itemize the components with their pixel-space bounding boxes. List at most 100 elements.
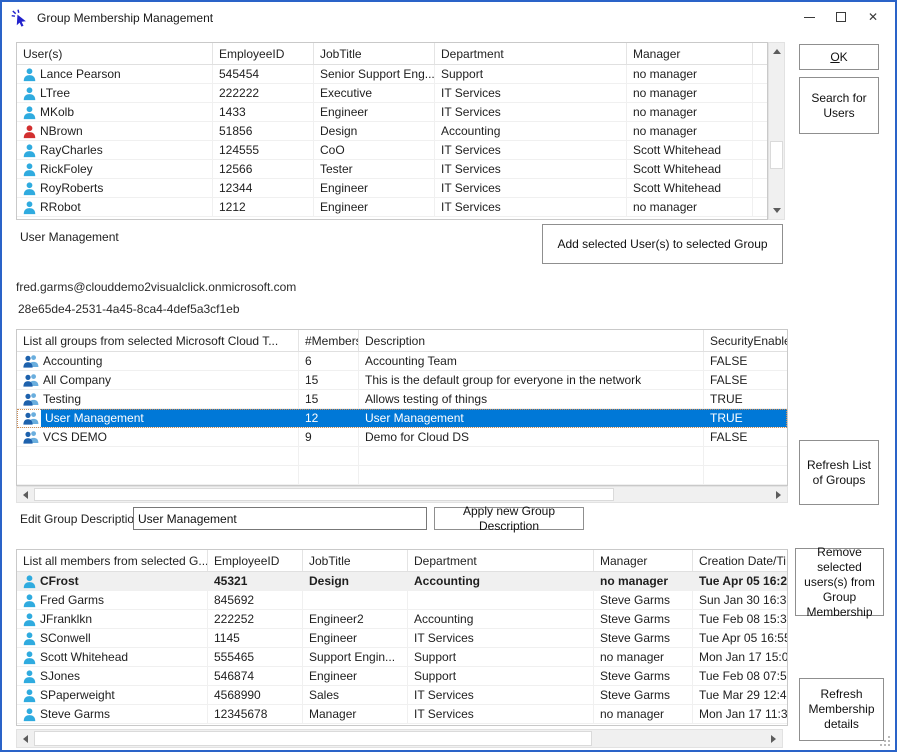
scroll-down-icon[interactable] [769, 202, 784, 219]
ok-button[interactable]: OK [799, 44, 879, 70]
scrollbar-thumb[interactable] [770, 141, 783, 169]
scroll-right-icon[interactable] [770, 487, 787, 502]
refresh-list-of-groups-button[interactable]: Refresh List of Groups [799, 440, 879, 505]
table-row[interactable]: Lance Pearson545454Senior Support Eng...… [17, 65, 767, 84]
column-header[interactable]: Manager [594, 550, 693, 571]
column-header[interactable]: Department [435, 43, 627, 64]
cell-employee_id: 222252 [208, 610, 303, 628]
table-row[interactable]: Scott Whitehead555465Support Engin...Sup… [17, 648, 787, 667]
user-icon [23, 631, 36, 646]
cell-text: Steve Garms [40, 707, 110, 721]
cell-text: Lance Pearson [40, 67, 121, 81]
column-header[interactable]: JobTitle [303, 550, 408, 571]
cell-description: Accounting Team [359, 352, 704, 370]
table-row[interactable]: JFranklkn222252Engineer2AccountingSteve … [17, 610, 787, 629]
cell-security_enabled [704, 466, 788, 484]
remove-selected-users-button[interactable]: Remove selected users(s) from Group Memb… [795, 548, 884, 616]
resize-grip-icon[interactable] [880, 736, 890, 746]
scroll-left-icon[interactable] [17, 730, 34, 747]
column-header[interactable]: Description [359, 330, 704, 351]
cell-text: RRobot [40, 200, 81, 214]
table-row[interactable]: Testing15Allows testing of thingsTRUE [17, 390, 787, 409]
table-row[interactable]: RayCharles124555CoOIT ServicesScott Whit… [17, 141, 767, 160]
table-row[interactable]: Fred Garms845692Steve GarmsSun Jan 30 16… [17, 591, 787, 610]
maximize-icon[interactable] [825, 3, 857, 31]
cell-manager: no manager [627, 122, 753, 140]
cell-name: RickFoley [17, 160, 213, 178]
cell-job_title: Engineer [314, 198, 435, 216]
cell-job_title [303, 591, 408, 609]
add-users-to-group-button[interactable]: Add selected User(s) to selected Group [542, 224, 783, 264]
table-row[interactable]: User Management12User ManagementTRUE [17, 409, 787, 428]
column-header[interactable]: Manager [627, 43, 753, 64]
table-row-empty[interactable] [17, 447, 787, 466]
scrollbar-thumb[interactable] [34, 488, 614, 501]
column-header[interactable]: Creation Date/Ti [693, 550, 788, 571]
cell-job_title: Support Engin... [303, 648, 408, 666]
cell-filler [753, 65, 767, 83]
cell-name: SJones [17, 667, 208, 685]
cell-job_title: Tester [314, 160, 435, 178]
table-row[interactable]: SConwell1145EngineerIT ServicesSteve Gar… [17, 629, 787, 648]
table-row[interactable]: LTree222222ExecutiveIT Servicesno manage… [17, 84, 767, 103]
column-header[interactable]: EmployeeID [213, 43, 314, 64]
cell-security_enabled: TRUE [704, 409, 788, 427]
column-header[interactable]: User(s) [17, 43, 213, 64]
minimize-icon[interactable] [793, 3, 825, 31]
table-row[interactable]: Accounting6Accounting TeamFALSE [17, 352, 787, 371]
cell-employee_id: 45321 [208, 572, 303, 590]
table-row[interactable]: CFrost45321DesignAccountingno managerTue… [17, 572, 787, 591]
scroll-right-icon[interactable] [765, 730, 782, 747]
table-row[interactable]: SJones546874EngineerSupportSteve GarmsTu… [17, 667, 787, 686]
groups-table-horizontal-scrollbar[interactable] [16, 486, 788, 503]
user-icon [23, 143, 36, 158]
cell-name: SConwell [17, 629, 208, 647]
cell-created: Tue Feb 08 15:34: [693, 610, 788, 628]
table-row[interactable]: All Company15This is the default group f… [17, 371, 787, 390]
cell-job_title: Design [314, 122, 435, 140]
cell-job_title: CoO [314, 141, 435, 159]
column-header[interactable]: Department [408, 550, 594, 571]
search-for-users-button[interactable]: Search for Users [799, 77, 879, 134]
table-row-empty[interactable] [17, 466, 787, 485]
close-icon[interactable] [857, 3, 889, 31]
cell-name: NBrown [17, 122, 213, 140]
column-header[interactable]: EmployeeID [208, 550, 303, 571]
table-row[interactable]: NBrown51856DesignAccountingno manager [17, 122, 767, 141]
table-row[interactable]: VCS DEMO9Demo for Cloud DSFALSE [17, 428, 787, 447]
apply-new-group-description-button[interactable]: Apply new Group Description [434, 507, 584, 530]
column-header[interactable]: List all groups from selected Microsoft … [17, 330, 299, 351]
cell-department: IT Services [435, 141, 627, 159]
members-table-horizontal-scrollbar[interactable] [16, 729, 783, 748]
table-row[interactable]: RoyRoberts12344EngineerIT ServicesScott … [17, 179, 767, 198]
table-row[interactable]: RickFoley12566TesterIT ServicesScott Whi… [17, 160, 767, 179]
cell-name: MKolb [17, 103, 213, 121]
cell-department: IT Services [435, 198, 627, 216]
group-description-input[interactable] [133, 507, 427, 530]
cell-department: Accounting [408, 572, 594, 590]
scroll-left-icon[interactable] [17, 487, 34, 502]
scrollbar-thumb[interactable] [34, 731, 592, 746]
cell-employee_id: 546874 [208, 667, 303, 685]
refresh-membership-details-button[interactable]: Refresh Membership details [799, 678, 884, 741]
column-header[interactable]: JobTitle [314, 43, 435, 64]
cell-job_title: Executive [314, 84, 435, 102]
column-header[interactable]: SecurityEnable [704, 330, 788, 351]
table-row[interactable]: Steve Garms12345678ManagerIT Servicesno … [17, 705, 787, 724]
cell-filler [753, 198, 767, 216]
users-table-vertical-scrollbar[interactable] [768, 42, 785, 220]
table-row[interactable]: RRobot1212EngineerIT Servicesno manager [17, 198, 767, 217]
table-row[interactable]: SPaperweight4568990SalesIT ServicesSteve… [17, 686, 787, 705]
table-row[interactable]: MKolb1433EngineerIT Servicesno manager [17, 103, 767, 122]
column-header[interactable]: #Members [299, 330, 359, 351]
user-icon [23, 707, 36, 722]
column-header[interactable]: List all members from selected G... [17, 550, 208, 571]
cell-department: IT Services [408, 705, 594, 723]
cell-department: IT Services [435, 179, 627, 197]
cell-name: User Management [17, 409, 299, 427]
cell-description: User Management [359, 409, 704, 427]
cell-filler [753, 84, 767, 102]
scroll-up-icon[interactable] [769, 43, 784, 60]
cell-employee_id: 51856 [213, 122, 314, 140]
cell-text: SJones [40, 669, 80, 683]
